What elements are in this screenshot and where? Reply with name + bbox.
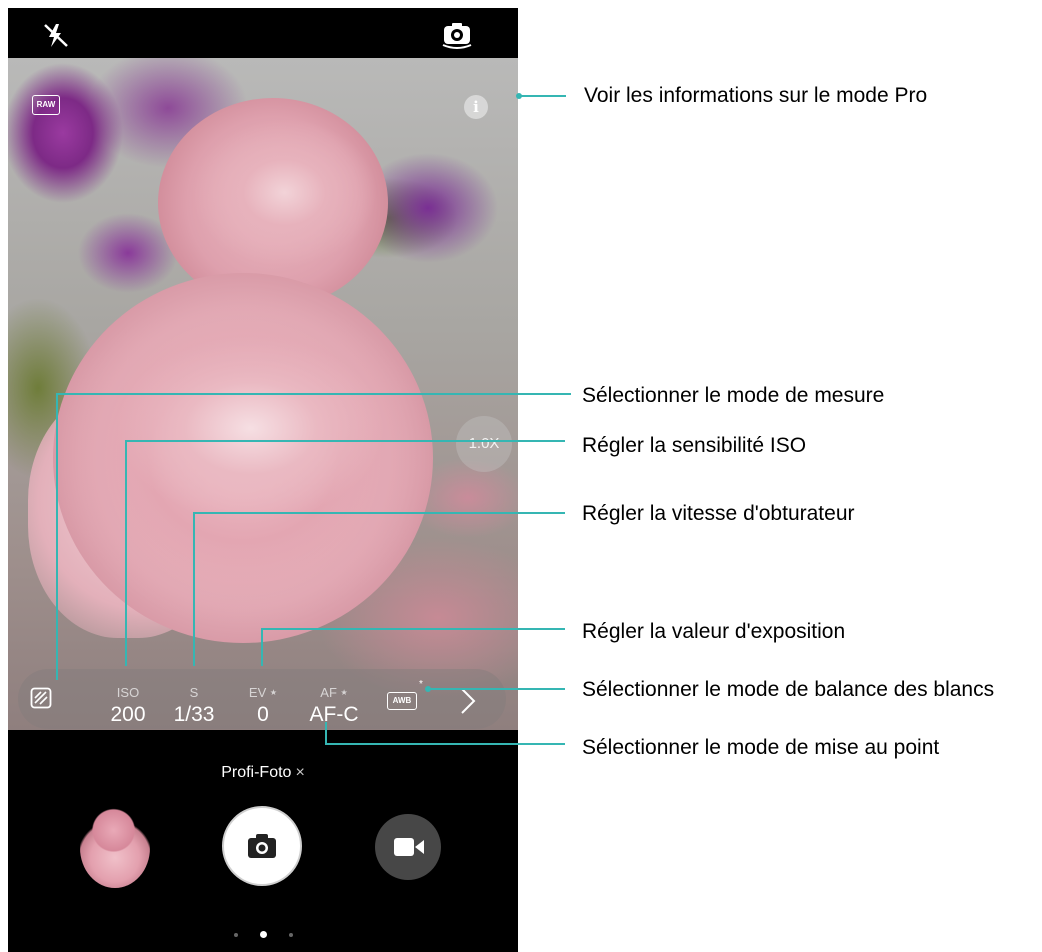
- callout-exposure: Régler la valeur d'exposition: [582, 620, 846, 643]
- callout-white-balance: Sélectionner le mode de balance des blan…: [582, 678, 995, 701]
- callout-shutter-speed: Régler la vitesse d'obturateur: [582, 502, 855, 525]
- callout-lines: [56, 93, 571, 745]
- callout-focus: Sélectionner le mode de mise au point: [582, 736, 940, 759]
- callout-metering: Sélectionner le mode de mesure: [582, 384, 885, 407]
- callout-info: Voir les informations sur le mode Pro: [584, 84, 928, 107]
- callout-iso: Régler la sensibilité ISO: [582, 434, 807, 457]
